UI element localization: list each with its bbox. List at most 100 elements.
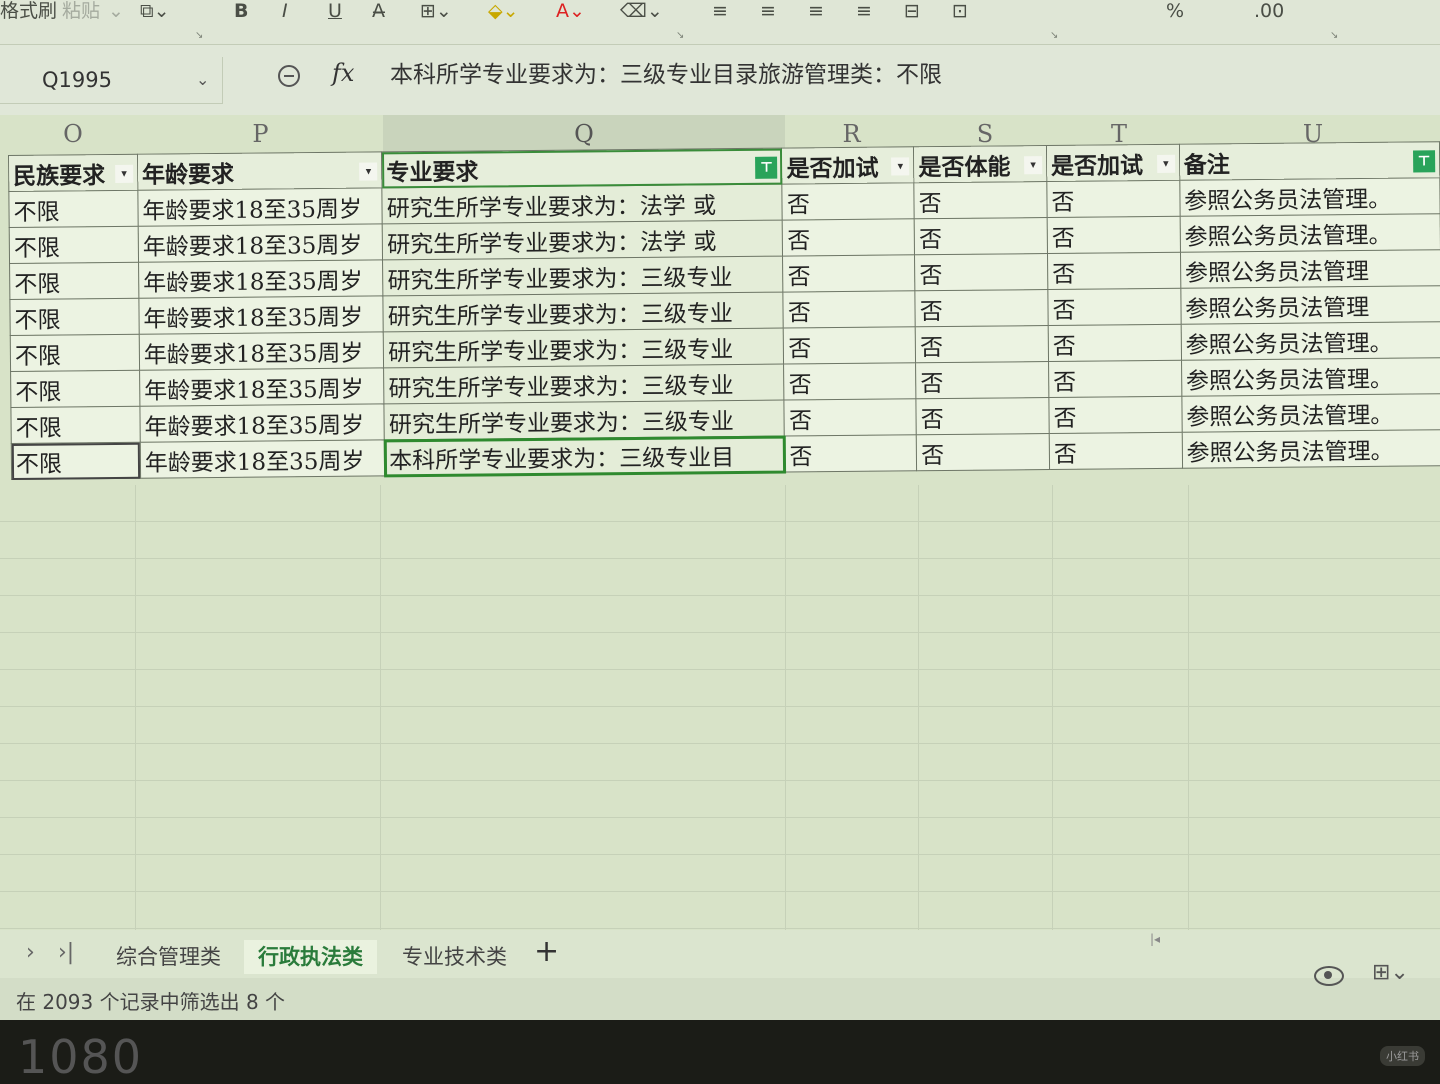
header-extra-test-2[interactable]: 是否加试 ▾ [1046, 144, 1180, 182]
table-cell[interactable]: 参照公务员法管理。 [1181, 429, 1440, 469]
font-dialog-launcher-icon[interactable]: ↘ [676, 30, 684, 41]
filter-dropdown-icon[interactable]: ▾ [1024, 156, 1043, 175]
eye-icon[interactable] [1314, 966, 1344, 986]
layout-icon[interactable]: ⊞⌄ [1372, 960, 1409, 985]
tab-comprehensive[interactable]: 综合管理类 [102, 940, 235, 974]
merge-cells-icon[interactable]: ⊡ [952, 0, 968, 22]
tab-technical[interactable]: 专业技术类 [388, 940, 521, 974]
table-cell[interactable]: 否 [914, 217, 1048, 255]
table-cell[interactable]: 否 [915, 289, 1049, 327]
align-bottom-icon[interactable]: ≡ [808, 0, 824, 22]
zoom-out-icon[interactable] [278, 65, 300, 87]
table-cell[interactable]: 否 [1047, 216, 1181, 254]
table-cell[interactable]: 否 [783, 290, 916, 329]
tab-law-enforcement[interactable]: 行政执法类 [244, 940, 377, 974]
format-painter-button[interactable]: 格式刷 [0, 0, 57, 22]
percent-icon[interactable]: % [1166, 0, 1184, 22]
decimal-increase-icon[interactable]: .00 [1254, 0, 1284, 22]
table-cell[interactable]: 否 [1048, 360, 1182, 398]
filter-active-icon[interactable]: ⊤ [755, 156, 778, 179]
font-color-icon[interactable]: A⌄ [556, 0, 585, 22]
table-cell[interactable]: 年龄要求18至35周岁 [139, 403, 385, 443]
alignment-dialog-launcher-icon[interactable]: ↘ [1050, 30, 1058, 41]
table-cell[interactable]: 不限 [10, 334, 140, 372]
table-cell[interactable]: 否 [914, 181, 1048, 219]
strikethrough-icon[interactable]: A̶ [372, 0, 385, 22]
table-cell[interactable]: 否 [782, 254, 916, 293]
active-cell[interactable]: 本科所学专业要求为：三级专业目 [383, 434, 787, 478]
table-cell[interactable]: 年龄要求18至35周岁 [138, 295, 384, 335]
table-cell[interactable]: 否 [783, 326, 916, 365]
table-cell[interactable]: 否 [1048, 396, 1182, 434]
next-sheet-icon[interactable]: › [26, 940, 35, 965]
align-top-icon[interactable]: ≡ [712, 0, 728, 22]
filter-dropdown-icon[interactable]: ▾ [1156, 154, 1175, 173]
table-cell[interactable]: 否 [782, 182, 915, 221]
fill-color-icon[interactable]: ⬙⌄ [488, 0, 519, 22]
dialog-launcher-icon[interactable]: ↘ [195, 30, 203, 41]
chevron-down-icon[interactable]: ⌄ [108, 0, 124, 22]
table-cell[interactable]: 否 [916, 433, 1050, 471]
filter-active-icon[interactable]: ⊤ [1413, 150, 1436, 173]
table-cell[interactable]: 不限 [9, 262, 139, 300]
table-cell[interactable]: 不限 [9, 226, 139, 264]
table-cell[interactable]: 否 [915, 325, 1049, 363]
filter-dropdown-icon[interactable]: ▾ [114, 164, 134, 183]
header-physical-test[interactable]: 是否体能 ▾ [913, 145, 1047, 183]
wrap-text-icon[interactable]: ⊟ [904, 0, 920, 22]
table-cell[interactable]: 参照公务员法管理。 [1181, 357, 1440, 397]
header-remarks[interactable]: 备注 ⊤ [1179, 141, 1440, 181]
table-cell[interactable]: 研究生所学专业要求为：法学 或 [382, 220, 783, 260]
column-header-p[interactable]: P [138, 115, 383, 153]
header-extra-test[interactable]: 是否加试 ▾ [781, 146, 915, 185]
table-cell[interactable]: 不限 [10, 406, 141, 444]
function-icon[interactable]: fx [332, 59, 354, 87]
horizontal-scroll-icon[interactable]: |◂ [1150, 932, 1160, 946]
table-cell[interactable]: 参照公务员法管理 [1180, 285, 1440, 325]
table-cell[interactable]: 研究生所学专业要求为：三级专业 [383, 292, 784, 332]
align-middle-icon[interactable]: ≡ [760, 0, 776, 22]
table-cell[interactable]: 研究生所学专业要求为：三级专业 [382, 256, 784, 296]
table-cell[interactable]: 否 [1048, 324, 1182, 362]
add-sheet-icon[interactable]: + [534, 934, 559, 969]
number-dialog-launcher-icon[interactable]: ↘ [1330, 30, 1338, 41]
chevron-down-icon[interactable]: ⌄ [196, 57, 209, 103]
table-cell[interactable]: 年龄要求18至35周岁 [139, 367, 385, 407]
table-cell[interactable]: 否 [1049, 432, 1183, 470]
table-cell[interactable]: 年龄要求18至35周岁 [137, 187, 383, 227]
filter-dropdown-icon[interactable]: ▾ [359, 162, 378, 181]
table-cell[interactable]: 参照公务员法管理。 [1179, 177, 1440, 217]
eraser-icon[interactable]: ⌫⌄ [620, 0, 663, 22]
table-cell[interactable]: 否 [914, 253, 1048, 291]
underline-button[interactable]: U [328, 0, 342, 22]
table-cell[interactable]: 否 [1047, 288, 1181, 326]
table-cell[interactable]: 否 [782, 218, 915, 257]
filter-dropdown-icon[interactable]: ▾ [891, 157, 910, 176]
paste-button[interactable]: 粘贴 [62, 0, 100, 22]
name-box[interactable]: Q1995 ⌄ [0, 57, 223, 104]
table-cell[interactable]: 年龄要求18至35周岁 [138, 259, 384, 299]
table-cell[interactable]: 不限 [11, 442, 141, 480]
bold-button[interactable]: B [234, 0, 248, 22]
header-ethnicity[interactable]: 民族要求 ▾ [8, 154, 138, 192]
table-cell[interactable]: 否 [784, 398, 917, 437]
table-cell[interactable]: 否 [915, 361, 1049, 399]
table-cell[interactable]: 年龄要求18至35周岁 [139, 331, 384, 371]
italic-button[interactable]: I [282, 0, 288, 22]
table-cell[interactable]: 参照公务员法管理 [1180, 249, 1440, 289]
table-cell[interactable]: 参照公务员法管理。 [1180, 321, 1440, 361]
table-cell[interactable]: 不限 [9, 298, 140, 336]
table-cell[interactable]: 否 [1046, 180, 1180, 218]
table-cell[interactable]: 研究生所学专业要求为：法学 或 [382, 184, 783, 224]
column-header-o[interactable]: O [8, 115, 138, 153]
table-cell[interactable]: 研究生所学专业要求为：三级专业 [383, 328, 784, 368]
header-major[interactable]: 专业要求 ⊤ [381, 148, 783, 188]
table-cell[interactable]: 研究生所学专业要求为：三级专业 [383, 364, 785, 404]
table-cell[interactable]: 否 [784, 434, 917, 473]
table-cell[interactable]: 年龄要求18至35周岁 [138, 223, 383, 263]
border-icon[interactable]: ⊞⌄ [420, 0, 452, 22]
table-cell[interactable]: 否 [1047, 252, 1181, 290]
table-cell[interactable]: 年龄要求18至35周岁 [140, 439, 385, 479]
table-cell[interactable]: 参照公务员法管理。 [1181, 393, 1440, 433]
header-age[interactable]: 年龄要求 ▾ [137, 151, 383, 191]
